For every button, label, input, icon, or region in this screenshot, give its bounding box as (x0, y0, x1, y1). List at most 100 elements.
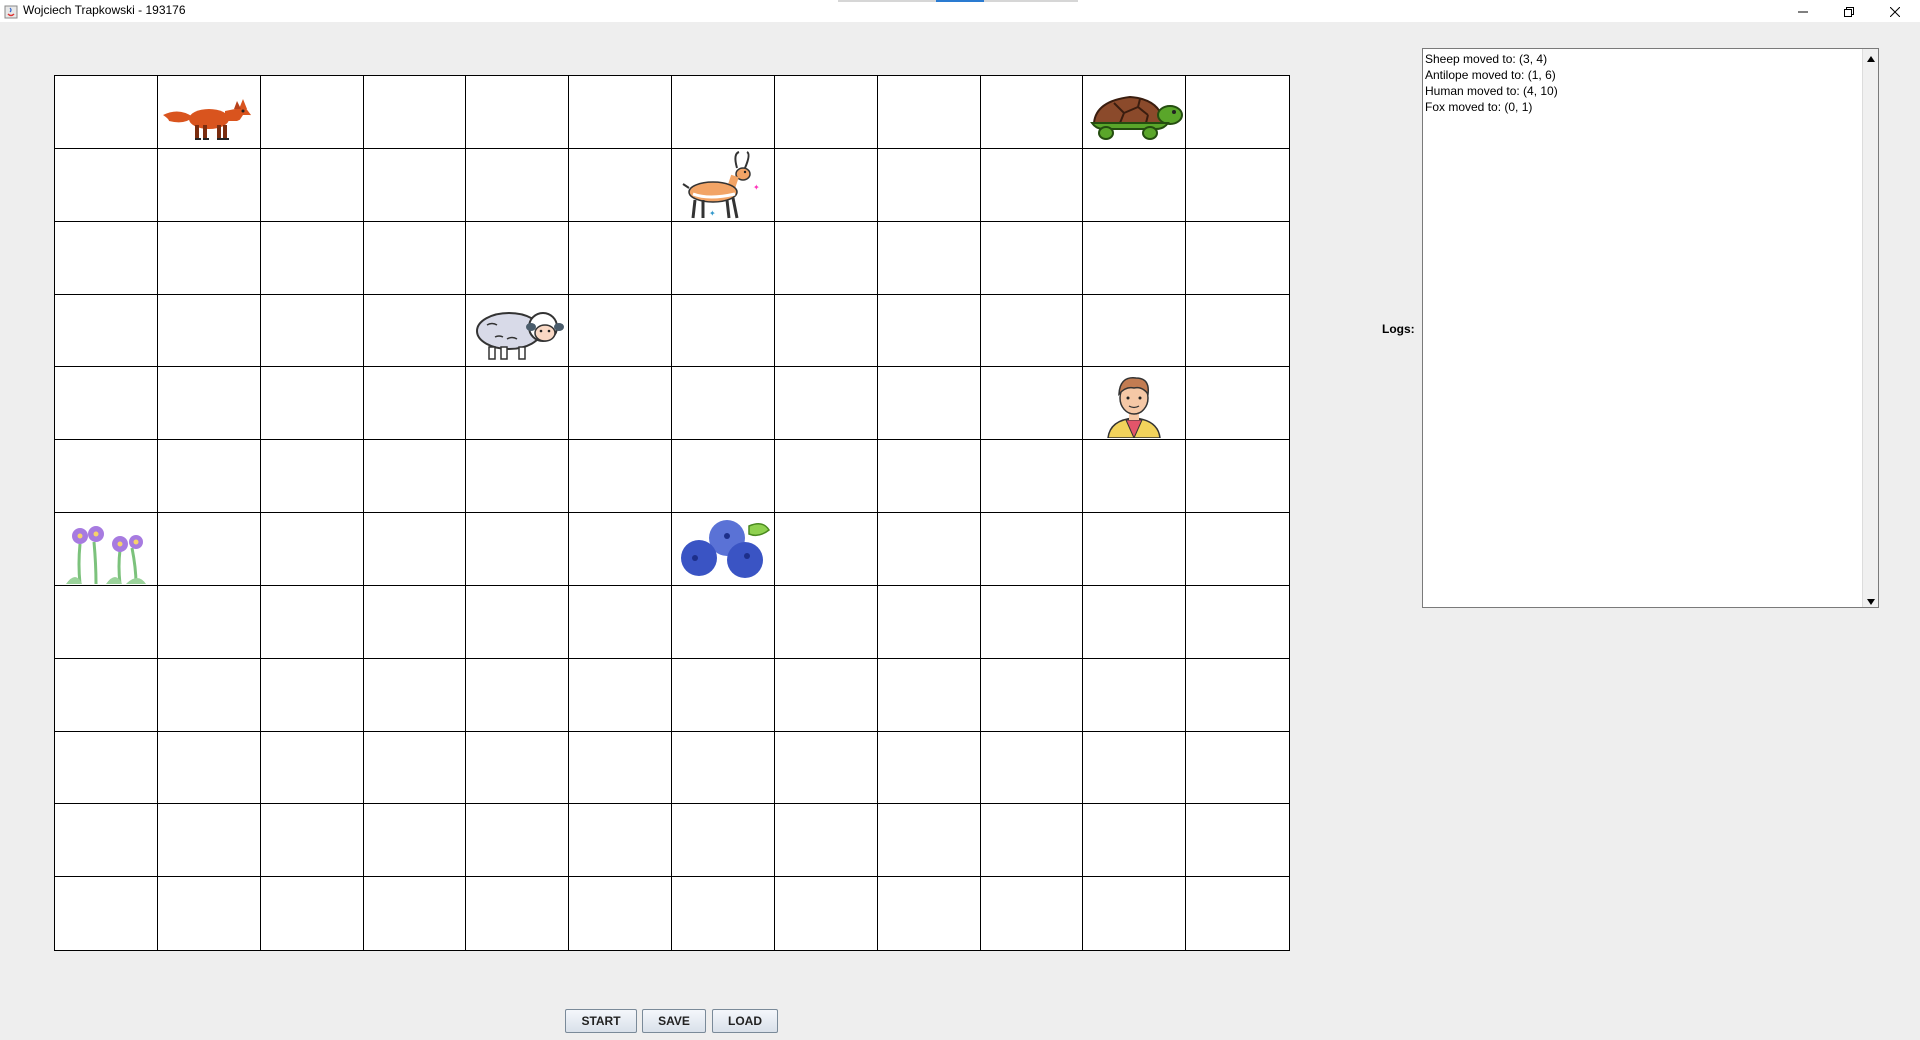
board-cell[interactable] (466, 731, 570, 805)
board-cell[interactable] (1083, 877, 1187, 950)
board-cell[interactable] (877, 585, 981, 659)
board-cell[interactable] (569, 221, 672, 295)
board-cell[interactable] (774, 877, 878, 950)
board-cell[interactable] (466, 877, 570, 950)
board-cell[interactable] (672, 804, 775, 878)
board-cell[interactable] (1186, 585, 1289, 659)
board-cell[interactable] (363, 804, 467, 878)
board-cell[interactable] (157, 148, 261, 222)
board-cell[interactable] (260, 221, 364, 295)
board-cell[interactable] (1186, 148, 1289, 222)
board-cell[interactable] (774, 731, 878, 805)
board-cell[interactable] (260, 440, 364, 513)
logs-scrollbar[interactable] (1862, 49, 1878, 607)
maximize-button[interactable] (1826, 0, 1872, 22)
board-cell[interactable] (980, 804, 1084, 878)
board-cell[interactable] (877, 658, 981, 732)
board-cell[interactable] (980, 731, 1084, 805)
board-cell[interactable] (877, 148, 981, 222)
board-cell[interactable] (260, 294, 364, 368)
board-cell[interactable] (1186, 658, 1289, 732)
board-cell[interactable] (55, 513, 158, 586)
board-cell[interactable] (569, 804, 672, 878)
board-cell[interactable] (672, 221, 775, 295)
board-cell[interactable] (363, 294, 467, 368)
board-cell[interactable] (774, 440, 878, 513)
board-cell[interactable] (877, 731, 981, 805)
board-cell[interactable] (157, 440, 261, 513)
scroll-down-button[interactable] (1863, 592, 1878, 607)
board-cell[interactable] (55, 877, 158, 950)
board-cell[interactable] (569, 367, 672, 441)
board-cell[interactable] (672, 731, 775, 805)
board-cell[interactable] (980, 367, 1084, 441)
board-cell[interactable] (466, 148, 570, 222)
board-cell[interactable] (55, 585, 158, 659)
board-cell[interactable] (363, 513, 467, 586)
board-cell[interactable] (363, 367, 467, 441)
board-cell[interactable] (157, 367, 261, 441)
board-cell[interactable] (1083, 658, 1187, 732)
start-button[interactable]: START (565, 1009, 637, 1033)
board-cell[interactable] (466, 294, 570, 368)
board-cell[interactable] (774, 658, 878, 732)
board-cell[interactable] (672, 877, 775, 950)
board-cell[interactable] (1186, 440, 1289, 513)
board-cell[interactable] (157, 76, 261, 149)
board-cell[interactable] (55, 148, 158, 222)
logs-textarea[interactable]: Sheep moved to: (3, 4) Antilope moved to:… (1422, 48, 1879, 608)
board-cell[interactable] (260, 658, 364, 732)
board-cell[interactable] (466, 804, 570, 878)
board-cell[interactable] (466, 585, 570, 659)
board-cell[interactable] (1186, 294, 1289, 368)
board-cell[interactable] (980, 440, 1084, 513)
board-cell[interactable] (569, 148, 672, 222)
board-cell[interactable] (774, 585, 878, 659)
board-cell[interactable] (1083, 513, 1187, 586)
load-button[interactable]: LOAD (712, 1009, 778, 1033)
board-cell[interactable] (774, 221, 878, 295)
board-cell[interactable] (1083, 76, 1187, 149)
board-cell[interactable] (980, 221, 1084, 295)
board-cell[interactable] (260, 731, 364, 805)
board-cell[interactable] (1083, 148, 1187, 222)
board-cell[interactable] (1083, 804, 1187, 878)
board-cell[interactable] (569, 440, 672, 513)
save-button[interactable]: SAVE (642, 1009, 706, 1033)
board-cell[interactable] (1083, 294, 1187, 368)
board-cell[interactable] (980, 76, 1084, 149)
board-cell[interactable] (1186, 731, 1289, 805)
board-cell[interactable] (877, 513, 981, 586)
board-cell[interactable] (1186, 76, 1289, 149)
board-cell[interactable] (157, 658, 261, 732)
board-cell[interactable] (1083, 367, 1187, 441)
board-cell[interactable] (672, 658, 775, 732)
board-cell[interactable] (260, 804, 364, 878)
board-cell[interactable] (157, 804, 261, 878)
board-cell[interactable] (774, 76, 878, 149)
board-cell[interactable] (1186, 877, 1289, 950)
board-cell[interactable] (1083, 731, 1187, 805)
board-cell[interactable] (55, 731, 158, 805)
board-cell[interactable] (672, 440, 775, 513)
board-cell[interactable] (260, 148, 364, 222)
close-button[interactable] (1872, 0, 1918, 22)
board-cell[interactable] (672, 367, 775, 441)
board-cell[interactable] (363, 76, 467, 149)
board-cell[interactable] (569, 877, 672, 950)
board-cell[interactable] (980, 877, 1084, 950)
board-cell[interactable] (774, 294, 878, 368)
board-cell[interactable]: ✦ ✦ (672, 148, 775, 222)
scroll-track[interactable] (1865, 65, 1875, 591)
board-cell[interactable] (260, 585, 364, 659)
board-cell[interactable] (569, 731, 672, 805)
board-cell[interactable] (363, 877, 467, 950)
board-cell[interactable] (877, 294, 981, 368)
board-cell[interactable] (877, 76, 981, 149)
board-cell[interactable] (774, 804, 878, 878)
board-cell[interactable] (466, 221, 570, 295)
board-cell[interactable] (774, 148, 878, 222)
board-cell[interactable] (55, 804, 158, 878)
board-cell[interactable] (260, 367, 364, 441)
board-cell[interactable] (877, 440, 981, 513)
